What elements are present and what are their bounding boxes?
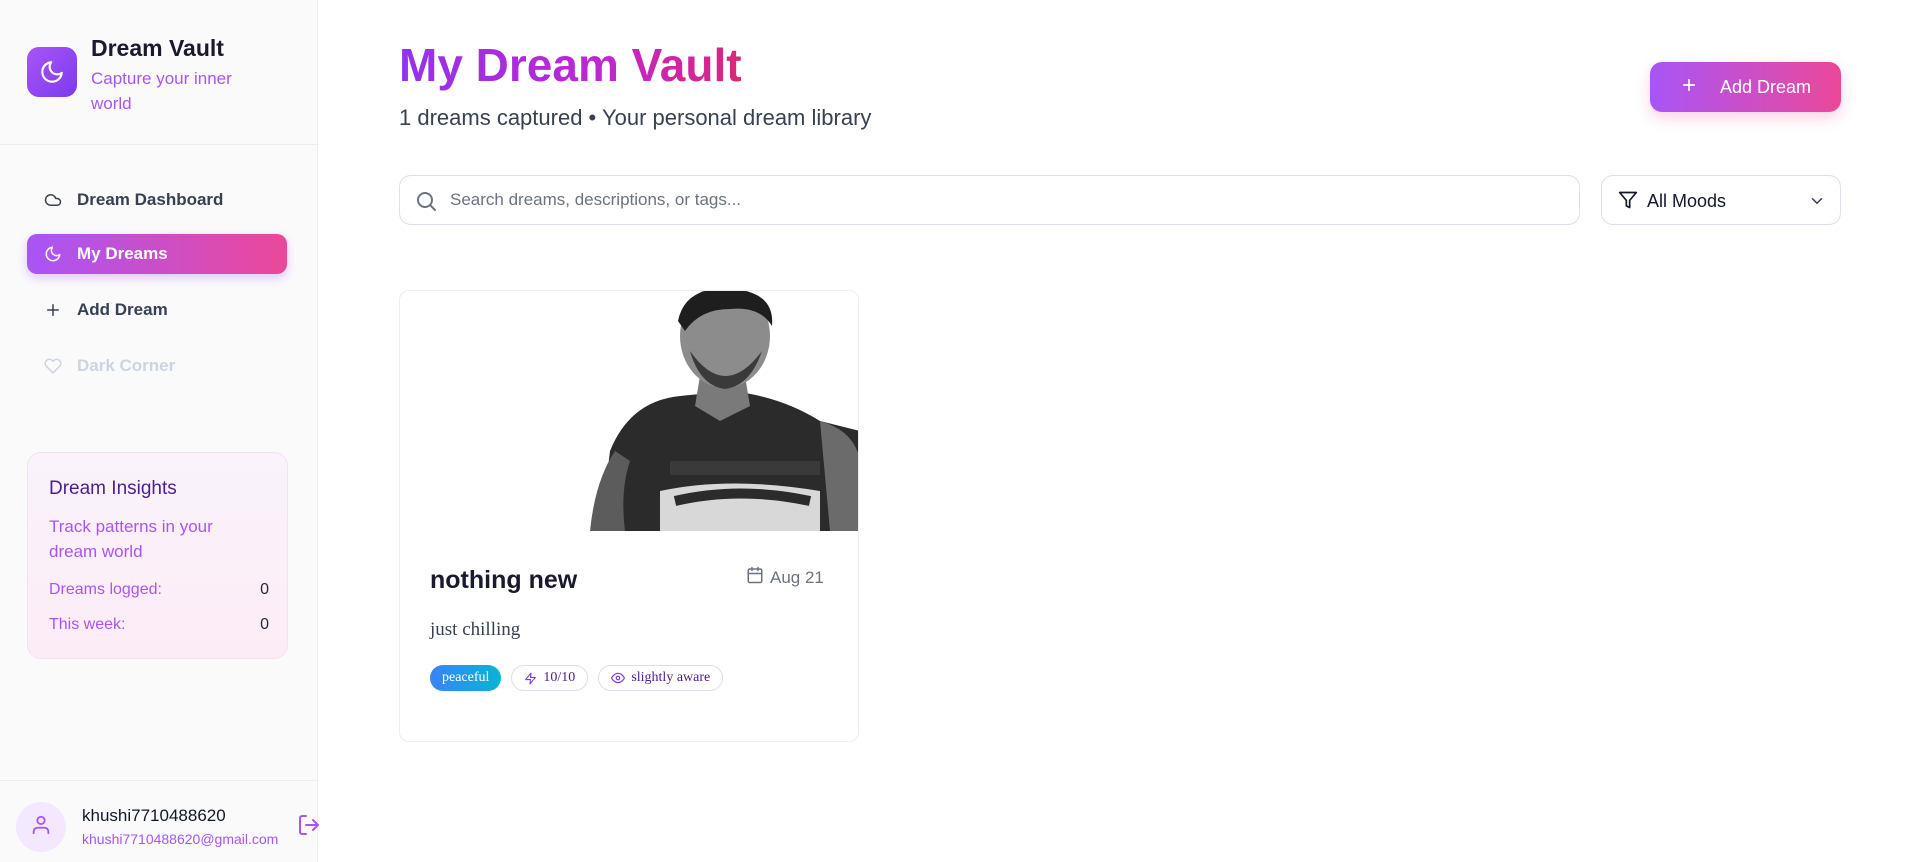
add-dream-button[interactable]: Add Dream [1650,62,1841,112]
mood-filter-value: All Moods [1647,191,1727,211]
heart-icon [43,356,63,376]
brand-header: Dream Vault Capture your inner world [0,0,318,145]
user-profile: khushi7710488620 khushi7710488620@gmail.… [0,780,319,862]
sidebar-item-label: Dark Corner [77,356,176,375]
user-icon [30,814,52,841]
dream-photo [400,291,858,531]
moon-icon [27,47,77,97]
insights-label: Dreams logged: [49,581,162,598]
cloud-icon [43,190,63,210]
mood-filter-select[interactable]: All Moods [1601,175,1841,225]
sidebar-item-dream-dashboard[interactable]: Dream Dashboard [27,180,287,220]
sidebar-item-label: Add Dream [77,300,168,319]
mood-tag: peaceful [430,665,502,691]
add-dream-button-label: Add Dream [1719,76,1812,97]
lucidity-value: slightly aware [631,670,711,685]
plus-icon [1680,76,1698,98]
sidebar-item-my-dreams[interactable]: My Dreams [27,234,287,274]
avatar[interactable] [16,802,66,852]
insights-description: Track patterns in your dream world [49,517,213,561]
dream-title: nothing new [430,566,578,594]
sidebar: Dream Vault Capture your inner world Dre… [0,0,319,862]
sidebar-item-dark-corner[interactable]: Dark Corner [27,346,287,386]
intensity-value: 10/10 [543,670,576,685]
sidebar-item-add-dream[interactable]: Add Dream [27,290,287,330]
chevron-down-icon [1808,192,1826,215]
dream-description: just chilling [430,619,521,640]
page-title: My Dream Vault [399,39,742,91]
lucidity-tag: slightly aware [598,665,724,691]
insights-title: Dream Insights [49,478,177,499]
sidebar-item-label: Dream Dashboard [77,190,224,209]
intensity-tag: 10/10 [511,665,589,691]
page-subtitle: 1 dreams captured • Your personal dream … [399,105,872,130]
app-subtitle: Capture your inner world [91,69,232,113]
lightning-icon [524,672,537,685]
insights-row-dreams-logged: Dreams logged: 0 [49,581,269,599]
sidebar-item-label: My Dreams [77,244,168,263]
user-name: khushi7710488620 [82,806,226,825]
dream-date: Aug 21 [746,566,824,589]
filter-icon [1618,190,1638,215]
app-title: Dream Vault [91,35,224,61]
dream-image [400,291,858,531]
insights-value: 0 [260,581,269,598]
search-input[interactable] [450,176,1560,224]
dream-card[interactable]: nothing new Aug 21 just chilling peacefu… [399,290,859,742]
eye-icon [611,671,626,685]
user-email: khushi7710488620@gmail.com [82,831,279,847]
dream-tags: peaceful 10/10 slightly aware [430,665,724,691]
plus-icon [43,300,63,320]
insights-value: 0 [260,616,269,633]
logout-icon [297,813,321,842]
dream-date-text: Aug 21 [770,567,824,587]
dream-insights-panel: Dream Insights Track patterns in your dr… [27,452,288,659]
search-box [399,175,1580,225]
calendar-icon [746,566,764,589]
search-icon [414,189,438,213]
moon-icon [43,244,63,264]
insights-row-this-week: This week: 0 [49,616,269,634]
logout-button[interactable] [296,814,322,840]
insights-label: This week: [49,616,126,633]
